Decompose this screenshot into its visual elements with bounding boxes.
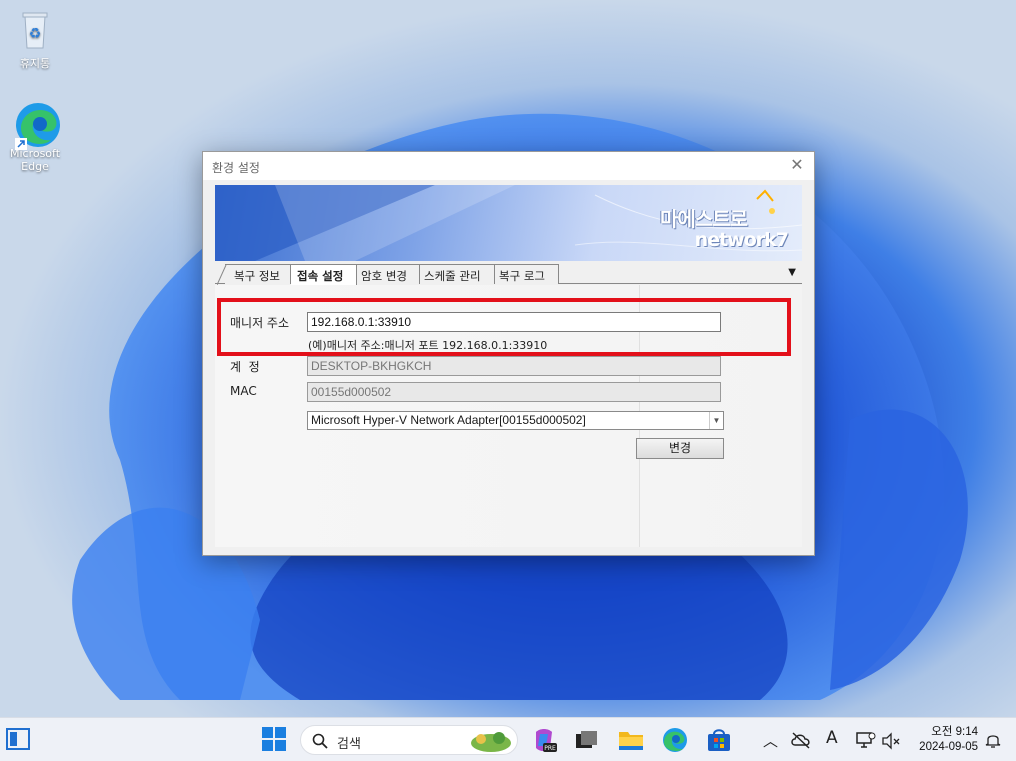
clock-time: 오전 9:14 — [931, 726, 978, 738]
desktop-icon-label: 휴지통 — [19, 57, 51, 70]
task-view-icon[interactable] — [572, 726, 600, 754]
tab-label: 암호 변경 — [361, 269, 407, 283]
tab-password-change[interactable]: 암호 변경 — [357, 264, 420, 284]
desktop-icon-recycle-bin[interactable]: ♻ 휴지통 — [0, 8, 70, 71]
mac-field: 00155d000502 — [307, 382, 721, 402]
notification-bell-icon[interactable] — [984, 731, 1002, 749]
tab-overflow-icon[interactable]: ▼ — [788, 267, 796, 278]
store-icon[interactable] — [705, 726, 733, 754]
network-adapter-select[interactable]: Microsoft Hyper-V Network Adapter[00155d… — [307, 411, 724, 430]
dialog-titlebar[interactable]: 환경 설정 ✕ — [203, 152, 814, 180]
taskbar-search-box[interactable]: 검색 — [300, 725, 518, 755]
taskbar: 검색 PRE ︿ A 오전 9:14 2024-09-05 — [0, 717, 1016, 761]
copilot-icon[interactable]: PRE — [530, 726, 558, 754]
tab-connection-settings[interactable]: 접속 설정 — [291, 264, 357, 285]
tab-label: 스케줄 관리 — [424, 269, 481, 283]
brand-logo-text: 마에스트로 — [660, 207, 748, 231]
tab-schedule[interactable]: 스케줄 관리 — [420, 264, 495, 284]
start-icon[interactable] — [261, 726, 289, 754]
account-label: 계 정 — [230, 360, 260, 374]
volume-muted-icon[interactable] — [880, 730, 902, 752]
show-hidden-icons-icon[interactable]: ︿ — [763, 730, 778, 751]
tab-recovery-info[interactable]: 복구 정보 — [217, 264, 291, 285]
close-icon[interactable]: ✕ — [788, 156, 806, 174]
tab-recovery-log[interactable]: 복구 로그 — [495, 264, 559, 284]
tab-label: 복구 정보 — [234, 269, 280, 283]
svg-text:PRE: PRE — [544, 745, 556, 752]
brand-logo-subtext: network7 — [694, 229, 789, 251]
manager-address-input[interactable]: 192.168.0.1:33910 — [307, 312, 721, 332]
network-adapter-value: Microsoft Hyper-V Network Adapter[00155d… — [311, 413, 586, 427]
product-banner: 마에스트로 network7 — [215, 185, 802, 261]
change-button[interactable]: 변경 — [636, 438, 724, 459]
mac-label: MAC — [230, 384, 257, 398]
tab-label: 복구 로그 — [499, 269, 545, 283]
tab-label: 접속 설정 — [297, 269, 344, 283]
connection-settings-panel: 매니저 주소 192.168.0.1:33910 (예)매니저 주소:매니저 포… — [215, 285, 802, 547]
manager-address-label: 매니저 주소 — [230, 316, 290, 330]
settings-dialog: 환경 설정 ✕ 마에스트로 network7 복구 정보 접속 설정 암호 변경… — [202, 151, 815, 556]
dialog-title: 환경 설정 — [212, 161, 260, 175]
file-explorer-icon[interactable] — [617, 726, 645, 754]
chevron-down-icon[interactable]: ▼ — [709, 412, 723, 429]
clock-date: 2024-09-05 — [919, 741, 978, 753]
ime-indicator[interactable]: A — [826, 728, 838, 748]
manager-address-hint: (예)매니저 주소:매니저 포트 192.168.0.1:33910 — [308, 339, 548, 352]
recycle-bin-icon: ♻ — [13, 8, 57, 52]
desktop-icon-edge[interactable]: Microsoft Edge — [0, 100, 70, 173]
tab-slant — [217, 265, 227, 285]
cloud-offline-icon[interactable] — [790, 729, 812, 751]
edge-taskbar-icon[interactable] — [661, 726, 689, 754]
network-icon[interactable] — [855, 730, 877, 752]
search-highlight-icon — [471, 732, 511, 752]
edge-icon — [13, 100, 60, 150]
widgets-icon[interactable] — [5, 726, 33, 754]
desktop-icon-label: Microsoft Edge — [9, 147, 61, 173]
system-clock[interactable]: 오전 9:14 2024-09-05 — [919, 725, 978, 755]
tab-strip: 복구 정보 접속 설정 암호 변경 스케줄 관리 복구 로그 ▼ — [215, 264, 802, 285]
svg-text:♻: ♻ — [29, 26, 42, 42]
search-icon — [312, 733, 328, 749]
account-field: DESKTOP-BKHGKCH — [307, 356, 721, 376]
search-placeholder: 검색 — [337, 737, 361, 752]
